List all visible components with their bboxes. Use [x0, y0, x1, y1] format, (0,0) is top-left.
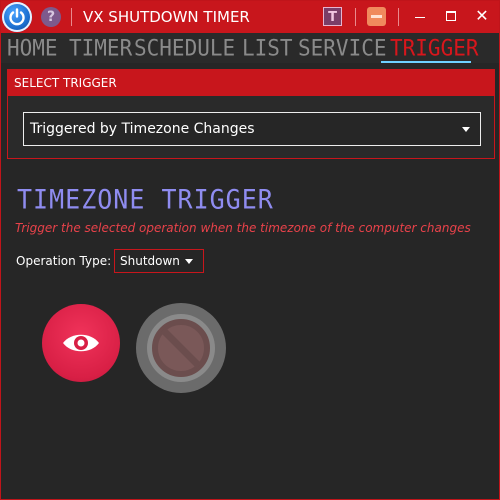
- minimize-to-tray-icon[interactable]: [367, 7, 386, 26]
- main-nav: HOME TIMER SCHEDULE LIST SERVICE TRIGGER: [1, 33, 499, 63]
- operation-type-dropdown[interactable]: Shutdown: [114, 249, 204, 273]
- maximize-button[interactable]: [434, 1, 468, 33]
- cancel-trigger-button[interactable]: [136, 303, 226, 393]
- section-description: Trigger the selected operation when the …: [15, 221, 471, 235]
- tab-list[interactable]: LIST: [242, 34, 293, 61]
- title-separator: [398, 8, 399, 26]
- chevron-down-icon: [462, 127, 470, 132]
- tab-service[interactable]: SERVICE: [298, 34, 387, 61]
- trigger-type-dropdown[interactable]: Triggered by Timezone Changes: [23, 112, 481, 146]
- operation-type-label: Operation Type:: [16, 254, 112, 268]
- title-separator: [355, 8, 356, 26]
- section-title: TIMEZONE TRIGGER: [17, 184, 274, 215]
- help-icon[interactable]: ?: [41, 7, 61, 27]
- eye-icon: [63, 334, 99, 352]
- title-separator: [71, 8, 72, 26]
- tab-home[interactable]: HOME: [7, 34, 58, 61]
- select-trigger-panel: SELECT TRIGGER Triggered by Timezone Cha…: [7, 69, 495, 159]
- tab-schedule[interactable]: SCHEDULE: [134, 34, 235, 61]
- tab-trigger[interactable]: TRIGGER: [390, 34, 479, 61]
- trigger-type-value: Triggered by Timezone Changes: [30, 121, 255, 137]
- active-tab-indicator: [381, 61, 471, 63]
- panel-header: SELECT TRIGGER: [8, 70, 494, 96]
- title-bar[interactable]: ? VX SHUTDOWN TIMER T ✕: [1, 1, 499, 33]
- tab-timer[interactable]: TIMER: [69, 34, 132, 61]
- chevron-down-icon: [185, 259, 193, 264]
- app-window: ? VX SHUTDOWN TIMER T ✕ HOME TIMER SCHED…: [0, 0, 500, 500]
- start-monitoring-button[interactable]: [42, 304, 120, 382]
- operation-type-value: Shutdown: [120, 254, 180, 268]
- window-title: VX SHUTDOWN TIMER: [83, 8, 250, 26]
- power-icon[interactable]: [2, 2, 32, 32]
- close-button[interactable]: ✕: [465, 1, 499, 33]
- trigger-icon[interactable]: T: [323, 7, 342, 26]
- no-entry-icon: [147, 314, 215, 382]
- minimize-button[interactable]: [403, 1, 437, 33]
